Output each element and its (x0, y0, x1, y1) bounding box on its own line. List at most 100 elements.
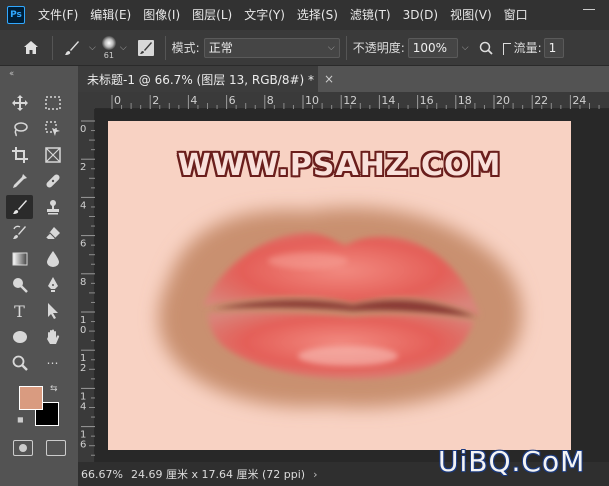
ruler-tick-label: 2 (80, 162, 86, 173)
canvas-workspace[interactable]: WWW.PSAHZ.COM (95, 109, 609, 462)
ruler-tick-label: 6 (229, 94, 236, 107)
ruler-tick-label: 4 (80, 200, 86, 211)
object-select-tool-icon[interactable] (39, 117, 66, 141)
document-canvas[interactable]: WWW.PSAHZ.COM (108, 121, 571, 450)
chevron-down-icon[interactable]: ⌵ (462, 43, 469, 53)
blend-mode-select[interactable]: 正常 ⌵ (203, 37, 340, 58)
ruler-tick-label: 20 (496, 94, 510, 107)
minimize-button[interactable] (583, 9, 595, 10)
foreground-color-swatch[interactable] (19, 386, 43, 410)
menu-select[interactable]: 选择(S) (292, 0, 343, 30)
document-title: 未标题-1 @ 66.7% (图层 13, RGB/8#) * (87, 72, 315, 87)
zoom-level[interactable]: 66.67% (81, 468, 123, 481)
frame-tool-icon[interactable] (39, 143, 66, 167)
menu-window[interactable]: 窗口 (499, 0, 533, 30)
healing-brush-tool-icon[interactable] (39, 169, 66, 193)
status-menu-chevron-icon[interactable]: › (313, 468, 317, 481)
chevron-down-icon: ⌵ (327, 42, 335, 53)
flow-label-text: 流量: (513, 41, 542, 55)
more-tools-icon[interactable]: ⋯ (39, 351, 66, 375)
tool-column: T ⋯ (6, 90, 72, 376)
opacity-value: 100% (412, 40, 448, 55)
chevron-down-icon[interactable]: ⌵ (120, 43, 127, 53)
eraser-tool-icon[interactable] (39, 221, 66, 245)
chevron-down-icon[interactable]: ⌵ (89, 43, 96, 53)
marquee-tool-icon[interactable] (39, 91, 66, 115)
color-swatches: ⇆ ◼ (17, 384, 63, 430)
brush-size: 61 (103, 50, 114, 60)
ruler-tick-label: 24 (572, 94, 586, 107)
zoom-tool-icon[interactable] (6, 351, 33, 375)
menu-image[interactable]: 图像(I) (138, 0, 185, 30)
flow-value: 1 (548, 40, 557, 55)
photoshop-logo: Ps (7, 6, 25, 24)
document-size-info: 24.69 厘米 x 17.64 厘米 (72 ppi) (131, 468, 306, 481)
document-tab[interactable]: 未标题-1 @ 66.7% (图层 13, RGB/8#) * × (78, 66, 334, 92)
default-colors-icon[interactable]: ◼ (17, 415, 24, 424)
eyedropper-tool-icon[interactable] (6, 169, 33, 193)
pressure-opacity-icon[interactable] (475, 41, 497, 55)
airbrush-icon[interactable] (502, 42, 511, 55)
close-icon[interactable]: × (324, 72, 334, 86)
home-icon[interactable] (16, 33, 46, 63)
menu-filter[interactable]: 滤镜(T) (345, 0, 396, 30)
swap-colors-icon[interactable]: ⇆ (50, 384, 58, 394)
hand-tool-icon[interactable] (39, 325, 66, 349)
options-bar: ⌵ 61 ⌵ 模式: 正常 ⌵ 不透明度: 100% ⌵ 流量: 1 (0, 30, 609, 66)
tools-panel: ‹‹ T ⋯ ⇆ ◼ (0, 66, 78, 486)
ruler-tick-label: 0 (80, 325, 86, 336)
ruler-tick-label: 22 (534, 94, 548, 107)
brush-preset-picker[interactable]: 61 (101, 35, 116, 60)
menu-layer[interactable]: 图层(L) (187, 0, 237, 30)
path-selection-tool-icon[interactable] (39, 299, 66, 323)
ruler-tick-label: 6 (80, 239, 86, 250)
screen-mode-icon[interactable] (46, 440, 66, 456)
menu-bar: Ps 文件(F) 编辑(E) 图像(I) 图层(L) 文字(Y) 选择(S) 滤… (0, 0, 609, 30)
watermark-banner-text: WWW.PSAHZ.COM (177, 148, 502, 183)
ellipse-tool-icon[interactable] (6, 325, 33, 349)
move-tool-icon[interactable] (6, 91, 33, 115)
flow-field[interactable]: 1 (543, 37, 564, 58)
quick-mask-icon[interactable] (13, 440, 33, 456)
history-brush-tool-icon[interactable] (6, 221, 33, 245)
ruler-tick-label: 0 (80, 124, 86, 135)
menu-edit[interactable]: 编辑(E) (85, 0, 136, 30)
ruler-tick-label: 8 (80, 277, 86, 288)
separator (52, 35, 53, 60)
ruler-tick-label: 0 (114, 94, 121, 107)
blur-tool-icon[interactable] (39, 247, 66, 271)
gradient-tool-icon[interactable] (6, 247, 33, 271)
dodge-tool-icon[interactable] (6, 273, 33, 297)
lasso-tool-icon[interactable] (6, 117, 33, 141)
vertical-ruler[interactable]: 0246810121416 (78, 109, 95, 462)
ruler-origin[interactable] (78, 92, 95, 109)
ruler-tick-label: 18 (458, 94, 472, 107)
clone-stamp-tool-icon[interactable] (39, 195, 66, 219)
opacity-field[interactable]: 100% (407, 37, 458, 58)
opacity-label: 不透明度: (352, 41, 405, 55)
brush-settings-icon[interactable] (133, 39, 159, 57)
type-tool-icon[interactable]: T (6, 299, 33, 323)
menu-file[interactable]: 文件(F) (33, 0, 83, 30)
mode-label: 模式: (171, 41, 200, 55)
ruler-tick-label: 4 (80, 401, 86, 412)
pen-tool-icon[interactable] (39, 273, 66, 297)
horizontal-ruler[interactable]: 0 2 4 6 8 10 12 14 16 18 20 22 24 (95, 92, 609, 109)
blend-mode-value: 正常 (208, 41, 233, 55)
ruler-tick-label: 6 (80, 440, 86, 451)
crop-tool-icon[interactable] (6, 143, 33, 167)
ruler-tick-label: 2 (152, 94, 159, 107)
brush-tool-icon[interactable] (59, 40, 85, 56)
menu-list: 文件(F) 编辑(E) 图像(I) 图层(L) 文字(Y) 选择(S) 滤镜(T… (31, 0, 533, 30)
collapse-panel-icon[interactable]: ‹‹ (9, 69, 14, 79)
ruler-tick-label: 14 (381, 94, 395, 107)
menu-3d[interactable]: 3D(D) (398, 0, 443, 30)
ruler-tick-label: 8 (267, 94, 274, 107)
flow-label: 流量: (502, 39, 542, 56)
menu-view[interactable]: 视图(V) (445, 0, 497, 30)
ruler-tick-label: 16 (420, 94, 434, 107)
menu-type[interactable]: 文字(Y) (239, 0, 290, 30)
brush-tip-icon (101, 35, 116, 50)
brush-tool-icon[interactable] (6, 195, 33, 219)
separator (345, 35, 347, 60)
